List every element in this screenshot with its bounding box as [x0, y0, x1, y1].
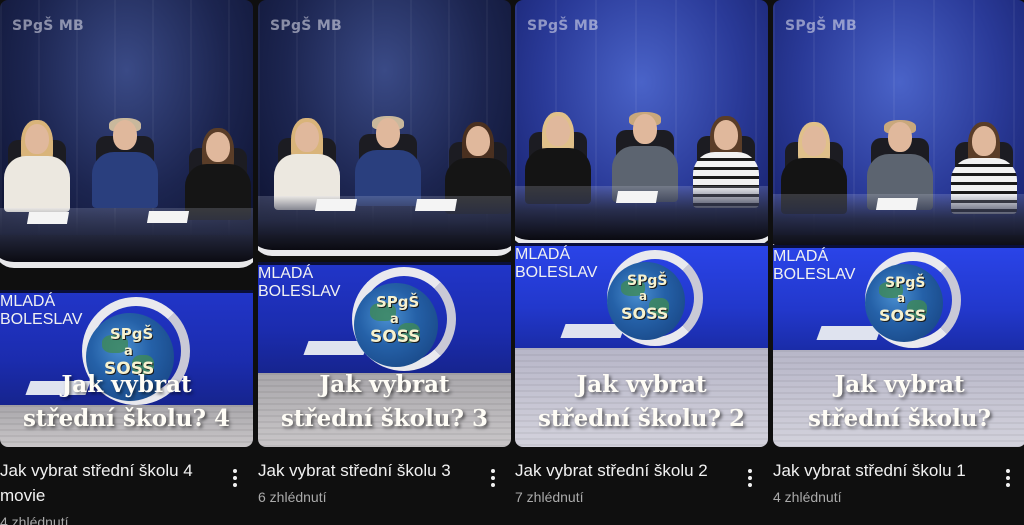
studio-banner: SPgŠ a SOSS MLADÁ BOLESLAV: [258, 262, 511, 374]
news-desk: [258, 196, 511, 256]
more-vertical-icon[interactable]: [996, 466, 1020, 490]
video-thumbnail[interactable]: SPgŠ MB SPgŠ a SOSS MLADÁ BOLESLAV Jak v…: [258, 0, 511, 447]
view-count: 7 zhlédnutí: [515, 489, 584, 505]
video-thumbnail[interactable]: SPgŠ MB SPgŠ a SOSS MLADÁ BOLESLAV Jak v…: [515, 0, 768, 447]
video-thumbnail[interactable]: SPgŠ MB SPgŠ a SOSS MLADÁ BOLESLAV Jak v…: [773, 0, 1024, 447]
thumbnail-overlay-title: Jak vybrat střední školu? 4: [22, 371, 231, 432]
video-meta: Jak vybrat střední školu 4 movie 4 zhléd…: [0, 458, 253, 525]
video-meta: Jak vybrat střední školu 3 6 zhlédnutí: [258, 458, 511, 507]
school-logo: SPgŠ a SOSS: [857, 248, 997, 353]
video-title[interactable]: Jak vybrat střední školu 3: [258, 458, 481, 483]
video-card[interactable]: SPgŠ MB SPgŠ a SOSS MLADÁ BOLESLAV Jak v…: [0, 0, 253, 525]
video-title[interactable]: Jak vybrat střední školu 4 movie: [0, 458, 223, 508]
desk-paper: [314, 199, 358, 211]
desk-paper: [414, 199, 458, 211]
view-count: 6 zhlédnutí: [258, 489, 327, 505]
more-vertical-icon[interactable]: [223, 466, 247, 490]
video-meta: Jak vybrat střední školu 2 7 zhlédnutí: [515, 458, 768, 507]
video-meta: Jak vybrat střední školu 1 4 zhlédnutí: [773, 458, 1024, 507]
presenter-figure: [183, 128, 253, 220]
video-title[interactable]: Jak vybrat střední školu 2: [515, 458, 738, 483]
video-thumbnail[interactable]: SPgŠ MB SPgŠ a SOSS MLADÁ BOLESLAV Jak v…: [0, 0, 253, 447]
school-logo: SPgŠ a SOSS: [344, 265, 484, 375]
view-count: 4 zhlédnutí: [773, 489, 842, 505]
channel-watermark: SPgŠ MB: [785, 18, 858, 34]
video-card[interactable]: SPgŠ MB SPgŠ a SOSS MLADÁ BOLESLAV Jak v…: [258, 0, 511, 525]
video-title[interactable]: Jak vybrat střední školu 1: [773, 458, 996, 483]
presenter-figure: [353, 116, 423, 206]
presenter-figure: [2, 120, 72, 212]
school-logo: SPgŠ a SOSS: [601, 246, 741, 351]
view-count: 4 zhlédnutí: [0, 514, 69, 525]
studio-banner: SPgŠ a SOSS MLADÁ BOLESLAV: [515, 243, 768, 348]
presenter-figure: [90, 118, 160, 208]
desk-paper: [26, 212, 70, 224]
thumbnail-overlay-title: Jak vybrat střední školu? 3: [280, 371, 489, 432]
more-vertical-icon[interactable]: [738, 466, 762, 490]
video-card[interactable]: SPgŠ MB SPgŠ a SOSS MLADÁ BOLESLAV Jak v…: [773, 0, 1024, 525]
video-card[interactable]: SPgŠ MB SPgŠ a SOSS MLADÁ BOLESLAV Jak v…: [515, 0, 768, 525]
thumbnail-overlay-title: Jak vybrat střední školu? 2: [537, 371, 746, 432]
desk-paper: [146, 211, 190, 223]
channel-watermark: SPgŠ MB: [270, 18, 343, 34]
channel-watermark: SPgŠ MB: [12, 18, 85, 34]
desk-paper: [875, 198, 919, 210]
more-vertical-icon[interactable]: [481, 466, 505, 490]
studio-banner: SPgŠ a SOSS MLADÁ BOLESLAV: [773, 245, 1024, 350]
channel-watermark: SPgŠ MB: [527, 18, 600, 34]
thumbnail-overlay-title: Jak vybrat střední školu?: [807, 371, 992, 432]
desk-paper: [615, 191, 659, 203]
